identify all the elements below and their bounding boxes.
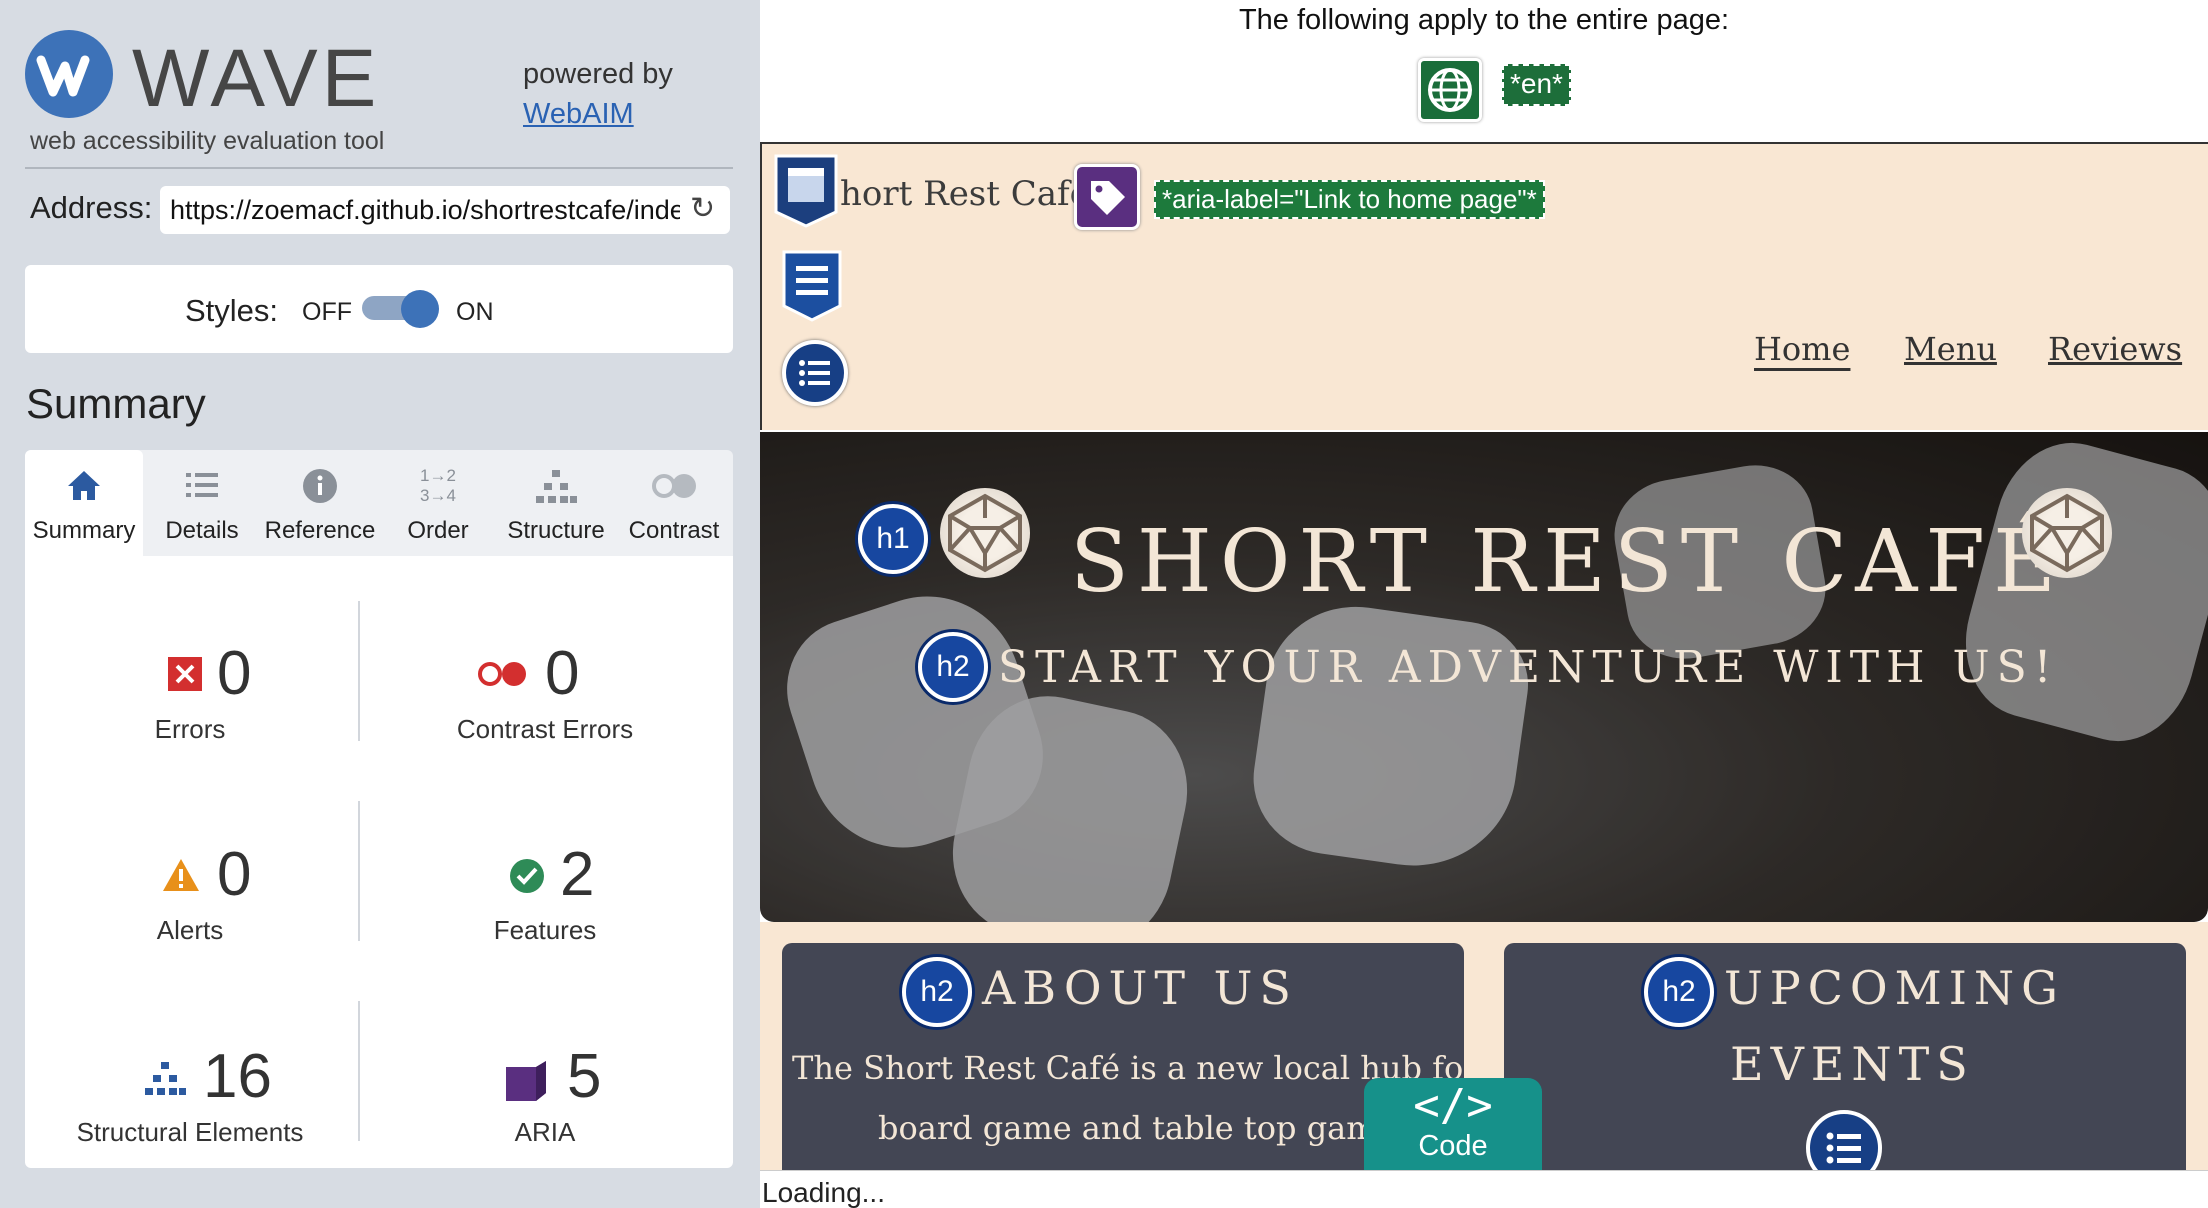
- about-text-line: board game and table top gaming: [878, 1109, 1428, 1147]
- tab-order[interactable]: 1→2 3→4 Order: [379, 450, 497, 556]
- d20-icon: [2022, 488, 2112, 578]
- feature-icon: [507, 857, 547, 897]
- list-icon: [143, 464, 261, 508]
- nav-link-menu[interactable]: Menu: [1904, 330, 1997, 368]
- tab-reference[interactable]: Reference: [261, 450, 379, 556]
- wave-logo-text: WAVE: [132, 33, 381, 124]
- aria-count: 5: [567, 1042, 602, 1111]
- errors-label: Errors: [154, 714, 226, 744]
- site-header: hort Rest Cafe *aria-label="Link to home…: [760, 144, 2208, 430]
- aria-tag-icon[interactable]: [1074, 164, 1140, 230]
- structural-elements-label: Structural Elements: [76, 1117, 304, 1147]
- tab-label: Reference: [264, 517, 376, 544]
- h2-badge[interactable]: h2: [918, 632, 988, 702]
- tab-label: Contrast: [628, 517, 720, 544]
- page-preview: The following apply to the entire page: …: [760, 0, 2208, 1208]
- d20-icon: [940, 488, 1030, 578]
- contrast-icon: [615, 464, 733, 508]
- divider: [358, 601, 360, 741]
- powered-by-text: powered by: [523, 58, 673, 90]
- status-text: Loading...: [762, 1177, 885, 1208]
- tab-contrast[interactable]: Contrast: [615, 450, 733, 556]
- tab-label: Summary: [32, 517, 136, 544]
- styles-label: Styles:: [185, 293, 279, 328]
- stat-features[interactable]: 2 Features: [380, 839, 710, 946]
- code-icon: </>: [1413, 1080, 1493, 1131]
- status-bar: Loading...: [760, 1170, 2208, 1208]
- tab-summary[interactable]: Summary: [25, 450, 143, 556]
- stat-contrast-errors[interactable]: 0 Contrast Errors: [380, 638, 710, 745]
- tab-structure[interactable]: Structure: [497, 450, 615, 556]
- hero-title: SHORT REST CAFÉ: [1070, 512, 2064, 612]
- language-badge[interactable]: *en*: [1502, 64, 1571, 106]
- header-region-icon[interactable]: [772, 152, 840, 228]
- features-count: 2: [560, 840, 595, 909]
- h2-badge[interactable]: h2: [1644, 957, 1714, 1027]
- about-title: ABOUT US: [982, 961, 1298, 1015]
- error-icon: [165, 656, 205, 696]
- alerts-count: 0: [217, 840, 252, 909]
- styles-off-label: OFF: [302, 298, 352, 326]
- toggle-knob: [401, 290, 439, 328]
- stat-structural-elements[interactable]: 16 Structural Elements: [25, 1041, 355, 1148]
- navigation-region-icon[interactable]: [780, 248, 844, 324]
- divider: [358, 801, 360, 941]
- summary-card: 0 Errors 0 Contrast Errors 0 Alerts 2 Fe…: [25, 556, 733, 1168]
- panel-tabs: Summary Details Reference 1→23→4 Order: [25, 450, 733, 556]
- code-button[interactable]: </> Code: [1364, 1078, 1542, 1170]
- styles-panel: Styles: OFF ON: [25, 265, 733, 353]
- tab-label: Details: [165, 517, 239, 544]
- about-card: h2 ABOUT US The Short Rest Café is a new…: [782, 943, 1464, 1173]
- structure-icon: [143, 1059, 187, 1099]
- address-input[interactable]: [170, 194, 680, 226]
- features-label: Features: [493, 915, 597, 945]
- order-icon: 1→2 3→4: [420, 466, 456, 505]
- stat-errors[interactable]: 0 Errors: [25, 638, 355, 745]
- summary-heading: Summary: [26, 380, 206, 427]
- events-title: EVENTS: [1730, 1037, 1975, 1091]
- code-label: Code: [1418, 1130, 1488, 1162]
- list-icon[interactable]: [782, 340, 848, 406]
- aria-label: ARIA: [514, 1117, 576, 1147]
- errors-count: 0: [217, 639, 252, 708]
- styles-toggle[interactable]: [358, 290, 440, 328]
- aria-label-badge[interactable]: *aria-label="Link to home page"*: [1154, 180, 1545, 219]
- nav-link-home[interactable]: Home: [1754, 330, 1850, 368]
- home-icon: [25, 464, 143, 508]
- wave-tagline: web accessibility evaluation tool: [30, 127, 385, 155]
- address-field[interactable]: ↻: [160, 186, 730, 234]
- aria-icon: [502, 1059, 550, 1101]
- structure-icon: [497, 464, 615, 508]
- tab-details[interactable]: Details: [143, 450, 261, 556]
- contrast-errors-count: 0: [545, 639, 580, 708]
- nav-link-reviews[interactable]: Reviews: [2048, 330, 2182, 368]
- hero-subtitle: START YOUR ADVENTURE WITH US!: [998, 642, 2059, 693]
- reload-icon[interactable]: ↻: [690, 194, 720, 224]
- alert-icon: [161, 857, 201, 897]
- tab-label: Structure: [507, 517, 605, 544]
- events-title: UPCOMING: [1724, 961, 2065, 1015]
- divider: [358, 1001, 360, 1141]
- wave-sidebar: WAVE web accessibility evaluation tool p…: [0, 0, 760, 1208]
- page-note: The following apply to the entire page:: [1238, 4, 1730, 36]
- h2-badge[interactable]: h2: [902, 957, 972, 1027]
- divider: [25, 167, 733, 169]
- stat-alerts[interactable]: 0 Alerts: [25, 839, 355, 946]
- info-icon: [261, 464, 379, 508]
- site-brand-link[interactable]: hort Rest Cafe: [840, 174, 1090, 214]
- h1-badge[interactable]: h1: [858, 504, 928, 574]
- contrast-error-icon: [475, 656, 531, 696]
- webaim-link[interactable]: WebAIM: [523, 98, 634, 131]
- structural-elements-count: 16: [203, 1042, 272, 1111]
- hero-banner: h1 SHORT REST CAFÉ h2 START YOUR ADVENTU…: [760, 432, 2208, 922]
- tab-label: Order: [407, 517, 469, 544]
- address-label: Address:: [30, 190, 153, 225]
- stat-aria[interactable]: 5 ARIA: [380, 1041, 710, 1148]
- wave-logo-icon: [25, 30, 113, 118]
- alerts-label: Alerts: [156, 915, 224, 945]
- styles-on-label: ON: [456, 298, 494, 326]
- globe-icon[interactable]: [1418, 58, 1482, 122]
- contrast-errors-label: Contrast Errors: [456, 714, 634, 744]
